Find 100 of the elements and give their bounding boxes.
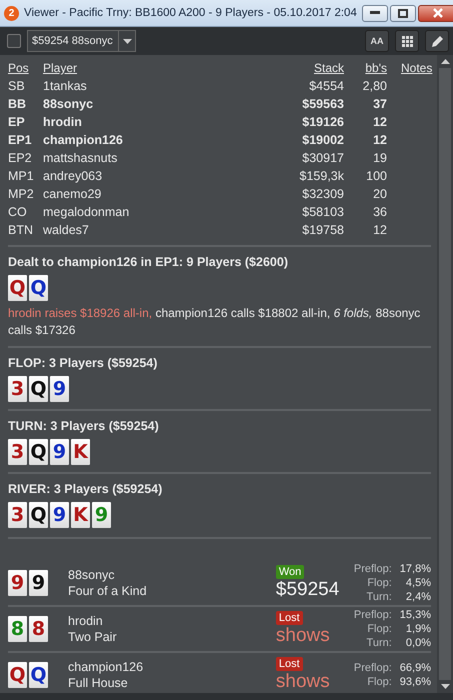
stat-label: Preflop:: [354, 562, 392, 576]
maximize-button[interactable]: [390, 4, 416, 22]
table-cell-text: megalodonman: [43, 204, 130, 221]
stat-label: Turn:: [366, 636, 392, 650]
grid-button[interactable]: [395, 30, 419, 52]
table-cell-text: EP2: [8, 150, 33, 167]
table-cell-text: 100: [365, 168, 387, 185]
grid-icon: [402, 36, 412, 46]
app-logo-icon: 2: [4, 6, 19, 20]
table-cell-text: 37: [372, 96, 387, 113]
stat-value: 17,8%: [400, 562, 431, 576]
caret-icon: [122, 38, 132, 44]
stat-value: 0,0%: [404, 636, 431, 650]
street-heading: TURN: 3 Players ($59254): [8, 419, 160, 433]
scroll-down-icon[interactable]: [440, 684, 450, 689]
hand-rank: Two Pair: [68, 629, 118, 645]
stat-value: 93,6%: [400, 675, 431, 689]
table-cell-text: $59563: [301, 96, 344, 113]
playing-card: 8: [29, 616, 48, 642]
playing-card: K: [71, 439, 90, 465]
hand-dropdown[interactable]: $59254 88sonyc: [27, 30, 136, 52]
pencil-icon: [430, 34, 444, 48]
playing-card: 9: [50, 502, 69, 528]
result-badge: Won: [276, 565, 304, 579]
checkbox[interactable]: [7, 34, 21, 48]
playing-card: Q: [29, 275, 48, 301]
table-cell-text: MP2: [8, 186, 35, 203]
stat-label: Preflop:: [354, 661, 392, 675]
stat-label: Flop:: [366, 675, 392, 689]
table-cell-text: $19002: [301, 132, 344, 149]
column-header[interactable]: Pos: [8, 59, 43, 77]
table-cell-text: 36: [372, 204, 387, 221]
table-cell-text: mattshasnuts: [43, 150, 118, 167]
stat-label: Flop:: [366, 622, 392, 636]
window-title: Viewer - Pacific Trny: BB1600 A200 - 9 Players - 05.10.2017 2:04: [24, 7, 357, 19]
close-button[interactable]: [418, 4, 453, 22]
edit-button[interactable]: [425, 30, 449, 52]
playing-card: Q: [29, 376, 48, 402]
table-cell-text: BTN: [8, 222, 34, 239]
playing-card: Q: [29, 502, 48, 528]
result-amount: shows: [276, 625, 330, 647]
table-cell-text: 12: [372, 114, 387, 131]
playing-card: K: [71, 502, 90, 528]
table-cell-text: waldes7: [43, 222, 90, 239]
result-amount: shows: [276, 671, 330, 693]
playing-card: Q: [29, 662, 48, 688]
table-cell-text: 20: [372, 186, 387, 203]
playing-card: 8: [8, 616, 27, 642]
table-cell-text: 12: [372, 132, 387, 149]
playing-card: Q: [29, 439, 48, 465]
playing-card: 3: [8, 439, 27, 465]
street-heading: FLOP: 3 Players ($59254): [8, 356, 158, 370]
street-heading: RIVER: 3 Players ($59254): [8, 482, 164, 496]
playing-card: Q: [8, 275, 27, 301]
stat-value: 2,4%: [404, 590, 431, 604]
stat-value: 4,5%: [404, 576, 431, 590]
table-cell-text: $30917: [301, 150, 344, 167]
table-cell-text: BB: [8, 96, 28, 113]
stat-label: Turn:: [366, 590, 392, 604]
table-cell-text: MP1: [8, 168, 35, 185]
scroll-up-icon[interactable]: [440, 59, 450, 64]
stat-label: Preflop:: [354, 608, 392, 622]
table-cell-text: SB: [8, 78, 26, 95]
playing-card: 9: [92, 502, 111, 528]
playing-card: 9: [50, 376, 69, 402]
table-cell-text: andrey063: [43, 168, 104, 185]
table-cell-text: 12: [372, 222, 387, 239]
hand-rank: Full House: [68, 675, 129, 691]
table-cell-text: EP1: [8, 132, 33, 149]
player-name: hrodin: [68, 613, 104, 629]
stat-value: 15,3%: [400, 608, 431, 622]
table-cell-text: hrodin: [43, 114, 83, 131]
stat-value: 1,9%: [404, 622, 431, 636]
font-size-button[interactable]: AA: [365, 30, 389, 52]
table-cell-text: 88sonyc: [43, 96, 94, 113]
table-cell-text: champion126: [43, 132, 124, 149]
table-cell-text: 19: [372, 150, 387, 167]
street-heading: Dealt to champion126 in EP1: 9 Players ($2600): [8, 255, 289, 269]
table-cell-text: CO: [8, 204, 28, 221]
result-badge: Lost: [276, 657, 303, 671]
player-name: champion126: [68, 659, 144, 675]
playing-card: 9: [29, 570, 48, 596]
table-cell-text: $19126: [301, 114, 344, 131]
column-header[interactable]: Stack: [264, 59, 344, 77]
minimize-icon: [370, 11, 380, 15]
table-cell-text: 1tankas: [43, 78, 88, 95]
table-cell-text: $32309: [301, 186, 344, 203]
maximize-icon: [398, 8, 408, 18]
result-badge: Lost: [276, 611, 303, 625]
playing-card: 3: [8, 376, 27, 402]
table-cell-text: $159,3k: [298, 168, 344, 185]
hand-rank: Four of a Kind: [68, 583, 148, 599]
close-icon: [432, 8, 443, 18]
minimize-button[interactable]: [362, 4, 388, 22]
column-header[interactable]: bb's: [344, 59, 387, 77]
stat-label: Flop:: [366, 576, 392, 590]
column-header[interactable]: Player: [43, 59, 264, 77]
playing-card: 9: [50, 439, 69, 465]
table-cell-text: $58103: [301, 204, 344, 221]
column-header[interactable]: Notes: [387, 59, 431, 77]
